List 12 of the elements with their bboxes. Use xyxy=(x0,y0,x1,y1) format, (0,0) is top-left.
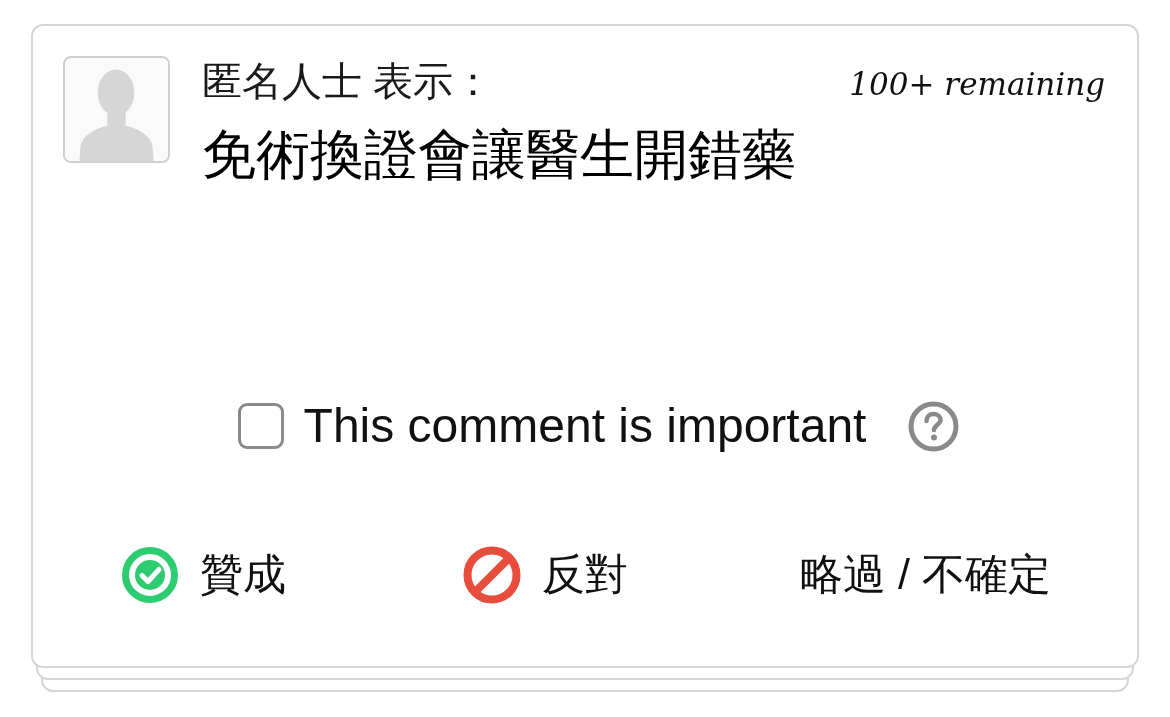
disagree-button[interactable]: 反對 xyxy=(463,545,628,605)
agree-button[interactable]: 贊成 xyxy=(121,545,286,605)
author-label: 匿名人士 表示： xyxy=(202,58,494,105)
check-circle-icon xyxy=(121,546,179,604)
important-checkbox[interactable] xyxy=(237,403,284,449)
help-icon[interactable] xyxy=(908,400,960,452)
skip-button[interactable]: 略過 / 不確定 xyxy=(800,545,1051,605)
remaining-count: 100+ remaining xyxy=(849,66,1105,102)
prohibited-icon xyxy=(463,546,521,604)
comment-text: 免術換證會讓醫生開錯藥 xyxy=(202,123,797,186)
avatar-silhouette-icon xyxy=(63,56,170,163)
important-label[interactable]: This comment is important xyxy=(303,399,867,453)
